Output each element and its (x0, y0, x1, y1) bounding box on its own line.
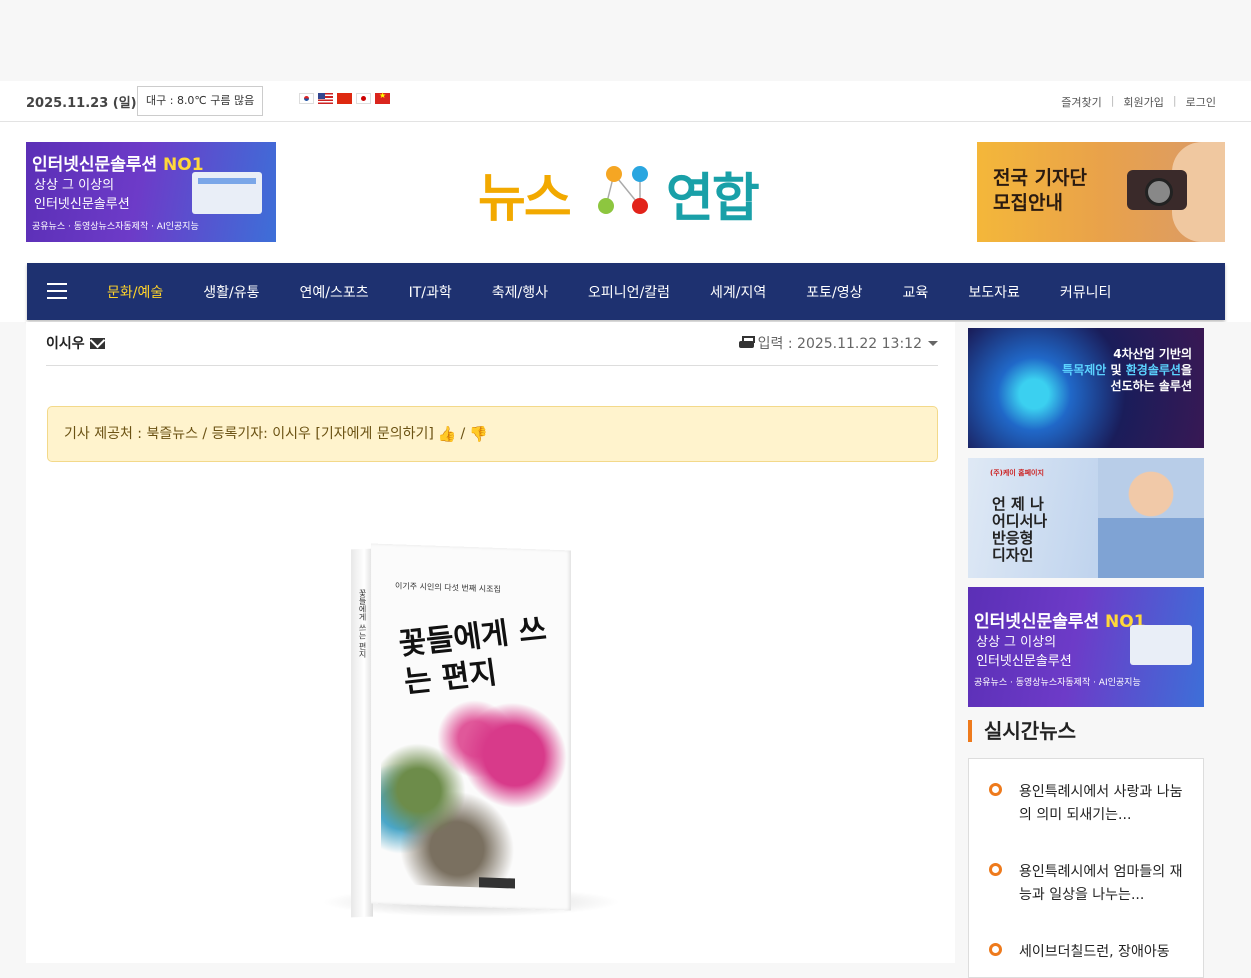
util-links: 즐겨찾기 | 회원가입 | 로그인 (1052, 94, 1225, 110)
article-area: 이시우 입력 : 2025.11.22 13:12 기사 제공처 : 북즐뉴스 … (26, 322, 955, 963)
thumbs-up-icon[interactable]: 👍 (438, 407, 457, 461)
banner-footer: 공유뉴스 · 동영상뉴스자동제작 · AI인공지능 (32, 222, 199, 232)
right-ad-banner[interactable]: 전국 기자단 모집안내 (977, 142, 1225, 242)
live-news-title: 실시간뉴스 (968, 720, 1076, 742)
nav-item-photo[interactable]: 포토/영상 (786, 282, 882, 302)
news-headline[interactable]: 세이브더칠드런, 장애아동 (1019, 941, 1189, 964)
news-headline[interactable]: 용인특례시에서 엄마들의 재능과 일상을 나누는... (1019, 861, 1189, 907)
k-homepage-logo: (주)케이 홈페이지 (990, 469, 1044, 477)
current-date: 2025.11.23 (일) (26, 96, 137, 111)
nav-item-entertainment[interactable]: 연예/스포츠 (280, 282, 389, 302)
book-cover-image: 꽃들에게 쓰는 편지 이기주 시인의 다섯 번째 시조집 꽃들에게 쓰는 편지 (321, 543, 621, 918)
caret-down-icon[interactable] (928, 340, 938, 346)
camera-icon (1127, 170, 1187, 210)
banner-text: 상상 그 이상의 인터넷신문솔루션 (34, 178, 130, 212)
nav-item-culture[interactable]: 문화/예술 (87, 282, 183, 302)
sidebar-banner-responsive[interactable]: (주)케이 홈페이지 언 제 나 어디서나 반응형 디자인 (968, 458, 1204, 578)
notice-slash: / (460, 426, 466, 442)
kr-flag-icon[interactable] (299, 93, 314, 104)
hamburger-menu-icon[interactable] (47, 283, 67, 299)
site-header: 인터넷신문솔루션 NO1 상상 그 이상의 인터넷신문솔루션 공유뉴스 · 동영상… (0, 122, 1251, 322)
watercolor-flowers-illustration (381, 693, 571, 891)
book-front: 이기주 시인의 다섯 번째 시조집 꽃들에게 쓰는 편지 (371, 543, 571, 911)
logo-text-union: 연합 (666, 169, 760, 229)
print-icon[interactable] (738, 336, 755, 350)
nav-item-it[interactable]: IT/과학 (389, 282, 472, 302)
notice-text[interactable]: 기사 제공처 : 북즐뉴스 / 등록기자: 이시우 [기자에게 문의하기] (64, 407, 434, 461)
divider (46, 365, 938, 366)
language-flags (299, 91, 390, 104)
live-news-list: 용인특례시에서 사랑과 나눔의 의미 되새기는... 용인특례시에서 엄마들의 … (968, 758, 1204, 978)
banner-footer: 공유뉴스 · 동영상뉴스자동제작 · AI인공지능 (974, 678, 1141, 688)
logo-text-news: 뉴스 (478, 169, 572, 229)
article-date: 입력 : 2025.11.22 13:12 (738, 333, 938, 353)
nav-items: 문화/예술 생활/유통 연예/스포츠 IT/과학 축제/행사 오피니언/칼럼 세… (87, 263, 1131, 320)
vn-flag-icon[interactable] (375, 91, 390, 104)
banner-tech-text: 4차산업 기반의 특목제안 및 환경솔루션을 선도하는 솔루션 (1062, 347, 1192, 393)
publish-date: 입력 : 2025.11.22 13:12 (757, 336, 922, 352)
login-link[interactable]: 로그인 (1177, 94, 1225, 110)
nav-item-press[interactable]: 보도자료 (948, 282, 1040, 302)
book-title: 꽃들에게 쓰는 편지 (396, 612, 549, 701)
author-name[interactable]: 이시우 (46, 333, 85, 353)
publisher-logo (479, 877, 515, 889)
nav-item-world[interactable]: 세계/지역 (690, 282, 786, 302)
recruit-text: 전국 기자단 모집안내 (993, 167, 1088, 214)
logo-molecule-icon (598, 166, 648, 214)
book-spine: 꽃들에게 쓰는 편지 (351, 548, 373, 918)
banner-headline: 인터넷신문솔루션 NO1 (32, 155, 204, 175)
bullet-icon (989, 783, 1002, 796)
site-logo[interactable]: 뉴스 연합 (478, 156, 778, 229)
banner-headline: 인터넷신문솔루션 NO1 (974, 612, 1146, 632)
spine-title: 꽃들에게 쓰는 편지 (358, 588, 367, 659)
book-subtitle: 이기주 시인의 다섯 번째 시조집 (395, 581, 501, 595)
computer-illustration (1130, 625, 1192, 665)
thumbs-down-icon[interactable]: 👎 (469, 407, 488, 461)
article-byline: 이시우 (46, 333, 105, 353)
sidebar-banner-solution[interactable]: 인터넷신문솔루션 NO1 상상 그 이상의 인터넷신문솔루션 공유뉴스 · 동영상… (968, 587, 1204, 707)
signup-link[interactable]: 회원가입 (1114, 94, 1172, 110)
nav-item-opinion[interactable]: 오피니언/칼럼 (568, 282, 690, 302)
nav-item-education[interactable]: 교육 (883, 282, 949, 302)
computer-illustration (192, 172, 262, 214)
sidebar-banner-tech[interactable]: 4차산업 기반의 특목제안 및 환경솔루션을 선도하는 솔루션 (968, 328, 1204, 448)
banner-text: 상상 그 이상의 인터넷신문솔루션 (976, 635, 1072, 669)
envelope-icon[interactable] (89, 337, 105, 349)
nav-item-festival[interactable]: 축제/행사 (472, 282, 568, 302)
top-spacer (0, 0, 1251, 81)
jp-flag-icon[interactable] (356, 93, 371, 104)
cn-flag-icon[interactable] (337, 93, 352, 104)
woman-phone-image (1098, 458, 1204, 578)
bullet-icon (989, 943, 1002, 956)
weather-info: 대구 : 8.0℃ 구름 많음 (137, 86, 264, 116)
us-flag-icon[interactable] (318, 93, 333, 104)
nav-item-life[interactable]: 생활/유통 (183, 282, 279, 302)
source-notice: 기사 제공처 : 북즐뉴스 / 등록기자: 이시우 [기자에게 문의하기] 👍 … (47, 406, 938, 462)
bullet-icon (989, 863, 1002, 876)
utility-bar: 2025.11.23 (일) 대구 : 8.0℃ 구름 많음 즐겨찾기 | 회원… (0, 81, 1251, 122)
sidebar: 4차산업 기반의 특목제안 및 환경솔루션을 선도하는 솔루션 (주)케이 홈페… (955, 322, 1251, 978)
nav-item-community[interactable]: 커뮤니티 (1040, 282, 1132, 302)
bookmark-link[interactable]: 즐겨찾기 (1052, 94, 1110, 110)
responsive-text: 언 제 나 어디서나 반응형 디자인 (992, 495, 1048, 564)
left-ad-banner[interactable]: 인터넷신문솔루션 NO1 상상 그 이상의 인터넷신문솔루션 공유뉴스 · 동영상… (26, 142, 276, 242)
news-headline[interactable]: 용인특례시에서 사랑과 나눔의 의미 되새기는... (1019, 781, 1189, 827)
main-navigation: 문화/예술 생활/유통 연예/스포츠 IT/과학 축제/행사 오피니언/칼럼 세… (27, 263, 1225, 320)
